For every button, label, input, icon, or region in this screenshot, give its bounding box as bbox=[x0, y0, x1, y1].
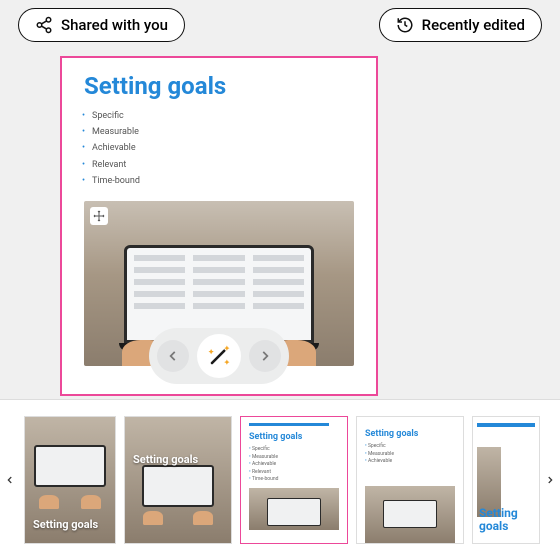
recently-edited-chip[interactable]: Recently edited bbox=[379, 8, 542, 42]
chevron-left-icon bbox=[5, 473, 15, 487]
magic-toolbar bbox=[149, 328, 289, 384]
recent-label: Recently edited bbox=[422, 16, 525, 34]
thumb-title: Setting goals bbox=[365, 429, 455, 439]
template-thumb[interactable]: Setting goals bbox=[24, 416, 116, 544]
share-icon bbox=[35, 16, 53, 34]
thumb-title: Setting goals bbox=[249, 432, 339, 442]
bullet-item: Time-bound bbox=[92, 173, 354, 189]
scroll-right-button[interactable] bbox=[540, 473, 560, 487]
template-strip: Setting goals Setting goals Setting goal… bbox=[0, 399, 560, 560]
bullet-item: Specific bbox=[92, 108, 354, 124]
template-thumb[interactable]: Setting goals bbox=[472, 416, 540, 544]
bullet-item: Measurable bbox=[92, 124, 354, 140]
move-handle-icon[interactable] bbox=[90, 207, 108, 225]
template-thumb[interactable]: Setting goals bbox=[124, 416, 232, 544]
next-button[interactable] bbox=[249, 340, 281, 372]
magic-wand-button[interactable] bbox=[197, 334, 241, 378]
thumb-bullets: SpecificMeasurableAchievableRelevantTime… bbox=[249, 446, 339, 484]
chevron-right-icon bbox=[258, 349, 272, 363]
clock-history-icon bbox=[396, 16, 414, 34]
bullet-item: Relevant bbox=[92, 157, 354, 173]
slide-canvas[interactable]: Setting goals Specific Measurable Achiev… bbox=[60, 56, 378, 396]
thumb-title: Setting goals bbox=[33, 518, 107, 531]
magic-wand-icon bbox=[205, 342, 233, 370]
chevron-right-icon bbox=[545, 473, 555, 487]
thumb-bullets: SpecificMeasurableAchievable bbox=[365, 443, 455, 466]
slide-title: Setting goals bbox=[62, 58, 376, 108]
bullet-item: Achievable bbox=[92, 140, 354, 156]
shared-with-you-chip[interactable]: Shared with you bbox=[18, 8, 185, 42]
template-thumb[interactable]: Setting goals SpecificMeasurableAchievab… bbox=[356, 416, 464, 544]
prev-button[interactable] bbox=[157, 340, 189, 372]
thumb-title: Setting goals bbox=[479, 507, 539, 533]
template-thumb-active[interactable]: Setting goals SpecificMeasurableAchievab… bbox=[240, 416, 348, 544]
shared-label: Shared with you bbox=[61, 16, 168, 34]
chevron-left-icon bbox=[166, 349, 180, 363]
scroll-left-button[interactable] bbox=[0, 473, 20, 487]
slide-bullet-list: Specific Measurable Achievable Relevant … bbox=[62, 108, 376, 189]
thumb-title: Setting goals bbox=[133, 453, 223, 466]
